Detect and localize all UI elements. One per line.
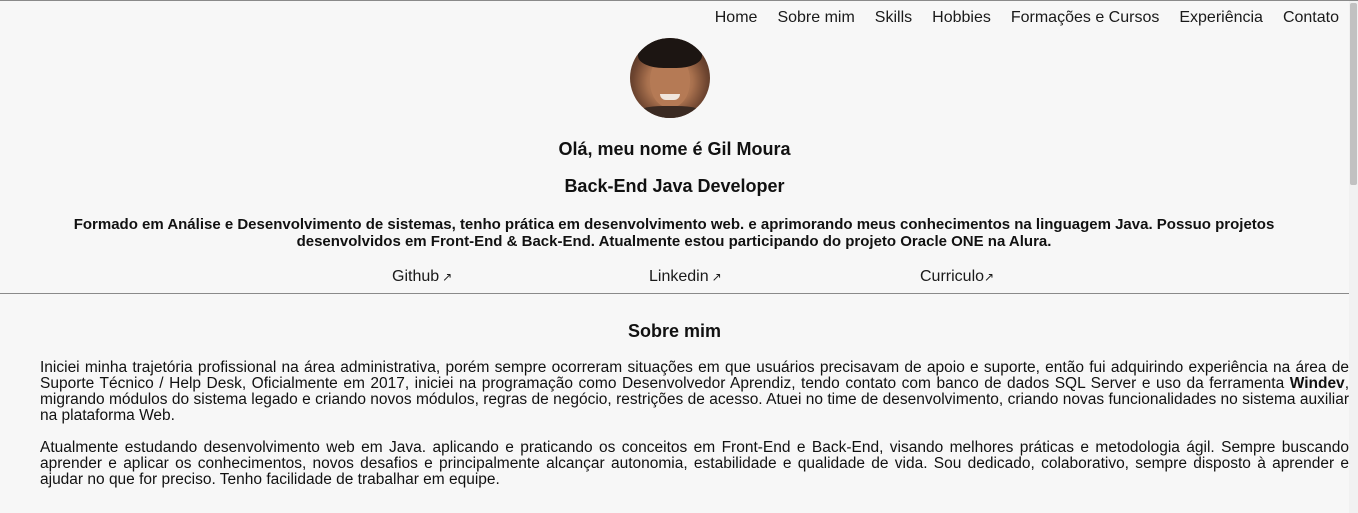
page: Home Sobre mim Skills Hobbies Formações … (0, 0, 1358, 513)
about-p1-text-a: Iniciei minha trajetória profissional na… (40, 359, 1349, 392)
nav-experiencia[interactable]: Experiência (1179, 9, 1263, 27)
about-paragraph-1: Iniciei minha trajetória profissional na… (40, 360, 1349, 424)
hero-greeting: Olá, meu nome é Gil Moura (558, 139, 791, 159)
nav-contato[interactable]: Contato (1283, 9, 1339, 27)
about-p1-bold: Windev (1289, 375, 1345, 392)
main-nav: Home Sobre mim Skills Hobbies Formações … (715, 9, 1339, 27)
external-link-icon: ↗ (984, 270, 995, 284)
external-link-icon: ↗ (442, 270, 453, 284)
curriculo-link-label: Curriculo (920, 268, 985, 285)
profile-avatar (630, 38, 710, 118)
linkedin-link[interactable]: Linkedin ↗ (649, 268, 722, 286)
page-scrollbar[interactable] (1349, 1, 1358, 513)
nav-hobbies[interactable]: Hobbies (932, 9, 991, 27)
curriculo-link[interactable]: Curriculo↗ (920, 268, 994, 286)
hero-role: Back-End Java Developer (564, 176, 785, 196)
section-divider (0, 293, 1349, 294)
nav-formacoes-cursos[interactable]: Formações e Cursos (1011, 9, 1160, 27)
hero-bio: Formado em Análise e Desenvolvimento de … (73, 216, 1275, 250)
external-link-icon: ↗ (711, 270, 722, 284)
scrollbar-thumb[interactable] (1350, 3, 1357, 185)
about-paragraph-2: Atualmente estudando desenvolvimento web… (40, 439, 1349, 488)
github-link[interactable]: Github ↗ (392, 268, 452, 286)
about-title: Sobre mim (627, 321, 722, 341)
linkedin-link-label: Linkedin (649, 268, 709, 285)
nav-skills[interactable]: Skills (875, 9, 912, 27)
nav-home[interactable]: Home (715, 9, 758, 27)
nav-sobre-mim[interactable]: Sobre mim (777, 9, 854, 27)
github-link-label: Github (392, 268, 440, 285)
